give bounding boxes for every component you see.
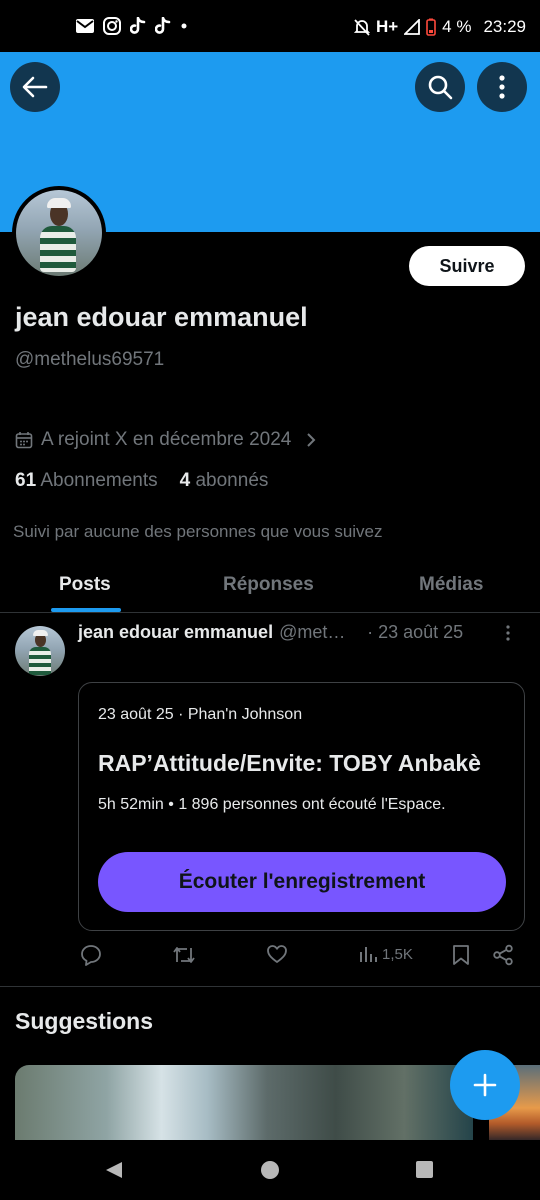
mail-icon — [76, 19, 94, 33]
triangle-back-icon — [106, 1162, 122, 1178]
followers-label: abonnés — [195, 470, 269, 491]
nav-home-button[interactable] — [260, 1160, 280, 1185]
mute-icon — [353, 19, 370, 36]
search-icon — [428, 75, 453, 100]
bookmark-button[interactable] — [452, 944, 470, 966]
share-button[interactable] — [492, 944, 514, 966]
plus-icon — [473, 1073, 497, 1097]
profile-tabs: Posts Réponses Médias — [0, 560, 540, 613]
dot-icon — [181, 23, 187, 29]
profile-name: jean edouar emmanuel — [15, 302, 308, 332]
follow-stats: 61 Abonnements 4 abonnés — [15, 470, 268, 492]
post-more-button[interactable] — [506, 625, 510, 646]
tab-posts[interactable]: Posts — [59, 574, 111, 596]
following-label: Abonnements — [40, 470, 158, 491]
views-button[interactable]: 1,5K — [358, 944, 413, 964]
status-bar: H+ 4 % 23:29 — [0, 0, 540, 52]
following-count: 61 — [15, 470, 37, 491]
heart-icon — [267, 945, 287, 963]
listen-recording-button[interactable]: Écouter l'enregistrement — [98, 852, 506, 912]
space-title: RAP’Attitude/Envite: TOBY Anbakè — [98, 750, 481, 776]
nav-back-button[interactable] — [104, 1160, 124, 1185]
post-author-handle[interactable]: @met… — [279, 622, 355, 643]
like-button[interactable] — [266, 944, 288, 964]
calendar-icon — [15, 432, 33, 449]
circle-home-icon — [261, 1161, 279, 1179]
nav-recents-button[interactable] — [415, 1160, 434, 1184]
avatar-image — [16, 190, 102, 276]
repost-button[interactable] — [172, 944, 196, 966]
search-button[interactable] — [415, 62, 465, 112]
arrow-left-icon — [22, 76, 48, 98]
post-actions: 1,5K — [78, 944, 528, 972]
more-options-button[interactable] — [477, 62, 527, 112]
profile-avatar[interactable] — [12, 186, 106, 280]
system-status: H+ 4 % 23:29 — [353, 17, 526, 37]
space-meta: 23 août 25 · Phan'n Johnson — [98, 706, 303, 723]
battery-level: 4 % — [442, 17, 472, 36]
tab-replies[interactable]: Réponses — [223, 574, 314, 596]
instagram-icon — [103, 17, 121, 35]
signal-icon — [404, 19, 421, 35]
tiktok-icon — [155, 17, 171, 34]
section-divider — [0, 986, 540, 987]
post-author-name[interactable]: jean edouar emmanuel — [78, 622, 273, 643]
system-navigation-bar — [0, 1140, 540, 1200]
share-icon — [493, 944, 513, 966]
followed-by-text: Suivi par aucune des personnes que vous … — [13, 522, 383, 541]
following-link[interactable]: 61 Abonnements — [15, 470, 158, 492]
bookmark-icon — [453, 945, 469, 965]
compose-button[interactable] — [450, 1050, 520, 1120]
reply-button[interactable] — [80, 944, 102, 966]
clock: 23:29 — [483, 17, 526, 36]
post-author-avatar[interactable] — [15, 626, 65, 676]
profile-handle: @methelus69571 — [15, 349, 165, 370]
square-recents-icon — [416, 1161, 433, 1178]
views-count: 1,5K — [382, 945, 413, 963]
battery-icon — [426, 18, 436, 36]
chevron-right-icon — [307, 433, 316, 447]
analytics-icon — [360, 947, 377, 962]
space-card[interactable]: 23 août 25 · Phan'n Johnson RAP’Attitude… — [78, 682, 525, 931]
tiktok-icon — [130, 17, 146, 34]
notification-icons — [76, 17, 188, 35]
repost-icon — [173, 947, 195, 963]
suggestion-card-image[interactable] — [15, 1065, 473, 1143]
active-tab-indicator — [51, 608, 121, 612]
suggestions-title: Suggestions — [15, 1008, 154, 1034]
post-date[interactable]: · 23 août 25 — [367, 622, 463, 643]
space-info: 5h 52min • 1 896 personnes ont écouté l'… — [98, 796, 446, 813]
more-vertical-icon — [499, 75, 505, 99]
back-button[interactable] — [10, 62, 60, 112]
followers-link[interactable]: 4 abonnés — [180, 470, 269, 492]
joined-date-text: A rejoint X en décembre 2024 — [41, 429, 292, 450]
comment-icon — [81, 945, 101, 966]
post-header: jean edouar emmanuel @met… · 23 août 25 — [78, 622, 528, 643]
followers-count: 4 — [179, 470, 191, 491]
follow-button[interactable]: Suivre — [409, 246, 525, 286]
tab-media[interactable]: Médias — [419, 574, 483, 596]
network-type: H+ — [375, 17, 399, 36]
more-vertical-icon — [506, 625, 510, 641]
joined-date-row[interactable]: A rejoint X en décembre 2024 — [15, 429, 317, 451]
